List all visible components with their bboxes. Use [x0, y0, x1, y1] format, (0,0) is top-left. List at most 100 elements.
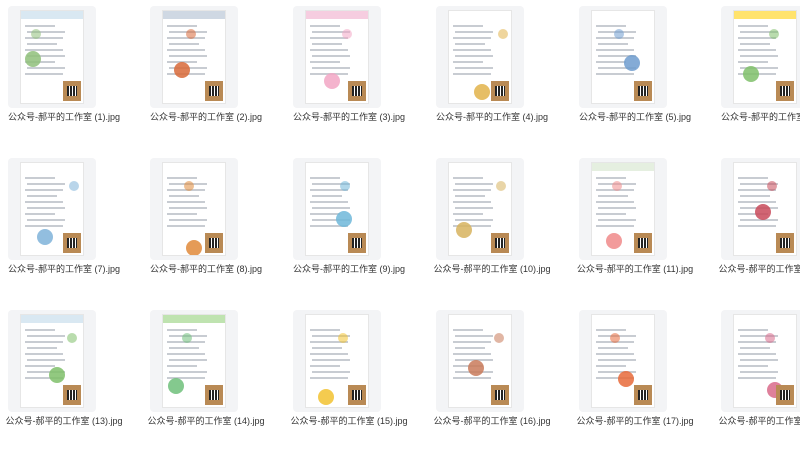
thumbnail-text-line — [453, 61, 483, 63]
thumbnail-text-line — [596, 213, 626, 215]
file-tile[interactable]: 公众号-郝平的工作室 (5).jpg — [569, 2, 701, 148]
thumbnail-text-line — [169, 207, 207, 209]
thumbnail-header-band — [449, 163, 511, 171]
file-tile[interactable]: 公众号-郝平的工作室 (11).jpg — [569, 154, 701, 300]
thumbnail-text-line — [169, 195, 199, 197]
file-tile[interactable]: 公众号-郝平的工作室 (18).jpg — [711, 306, 800, 452]
thumbnail-text-line — [312, 43, 342, 45]
thumbnail-text-line — [167, 49, 205, 51]
qr-code-badge — [63, 385, 81, 405]
qr-code-badge — [776, 233, 794, 253]
thumbnail-illustration — [612, 181, 622, 191]
file-tile[interactable]: 公众号-郝平的工作室 (2).jpg — [140, 2, 272, 148]
thumbnail-text-line — [310, 353, 348, 355]
thumbnail-image — [305, 162, 369, 256]
thumbnail-text-line — [312, 207, 350, 209]
thumbnail-text-line — [310, 49, 348, 51]
file-name-label: 公众号-郝平的工作室 (15).jpg — [290, 416, 408, 426]
thumbnail-text-line — [25, 353, 63, 355]
thumbnail-image — [305, 314, 369, 408]
thumbnail-header-band — [449, 315, 511, 323]
file-name-label: 公众号-郝平的工作室 (16).jpg — [433, 416, 551, 426]
thumbnail-text-line — [169, 371, 207, 373]
thumbnail-header-band — [592, 315, 654, 323]
thumbnail-text-line — [27, 67, 65, 69]
file-name-label: 公众号-郝平的工作室 (17).jpg — [576, 416, 694, 426]
thumbnail-text-line — [312, 67, 350, 69]
thumbnail-illustration — [324, 73, 340, 89]
thumbnail-text-line — [312, 55, 350, 57]
file-name-label: 公众号-郝平的工作室 (18).jpg — [718, 416, 800, 426]
thumbnail-text-line — [738, 201, 776, 203]
thumbnail-text-line — [27, 219, 65, 221]
thumbnail-illustration — [336, 211, 352, 227]
file-name-label: 公众号-郝平的工作室 (5).jpg — [578, 112, 691, 122]
file-tile[interactable]: 公众号-郝平的工作室 (4).jpg — [426, 2, 558, 148]
thumbnail-text-line — [310, 201, 348, 203]
thumbnail-text-line — [27, 207, 65, 209]
thumbnail-text-line — [167, 365, 197, 367]
thumbnail-illustration — [743, 66, 759, 82]
file-tile[interactable]: 公众号-郝平的工作室 (8).jpg — [140, 154, 272, 300]
thumbnail-header-band — [306, 163, 368, 171]
qr-code-badge — [491, 233, 509, 253]
thumbnail-text-line — [596, 353, 634, 355]
thumbnail-text-line — [453, 201, 491, 203]
file-tile[interactable]: 公众号-郝平的工作室 (10).jpg — [426, 154, 558, 300]
thumbnail-image — [162, 10, 226, 104]
thumbnail-text-line — [738, 25, 768, 27]
qr-code-badge — [776, 385, 794, 405]
file-name-label: 公众号-郝平的工作室 (1).jpg — [7, 112, 120, 122]
file-name-label: 公众号-郝平的工作室 (14).jpg — [147, 416, 265, 426]
thumbnail-text-line — [167, 201, 205, 203]
thumbnail-text-line — [596, 61, 626, 63]
file-tile[interactable]: 公众号-郝平的工作室 (13).jpg — [0, 306, 130, 452]
thumbnail-header-band — [21, 11, 83, 19]
thumbnail-image — [591, 162, 655, 256]
qr-code-badge — [205, 81, 223, 101]
file-name-label: 公众号-郝平的工作室 (13).jpg — [5, 416, 123, 426]
file-tile[interactable]: 公众号-郝平的工作室 (14).jpg — [140, 306, 272, 452]
file-tile[interactable]: 公众号-郝平的工作室 (6).jpg — [711, 2, 800, 148]
thumbnail-illustration — [769, 29, 779, 39]
thumbnail-text-line — [598, 195, 628, 197]
thumbnail-text-line — [27, 347, 57, 349]
thumbnail-illustration — [182, 333, 192, 343]
thumbnail-text-line — [740, 347, 770, 349]
thumbnail-text-line — [598, 207, 636, 209]
file-tile[interactable]: 公众号-郝平的工作室 (15).jpg — [283, 306, 415, 452]
thumbnail-text-line — [25, 177, 55, 179]
thumbnail-text-line — [167, 329, 197, 331]
thumbnail-text-line — [738, 377, 776, 379]
file-tile[interactable]: 公众号-郝平的工作室 (1).jpg — [0, 2, 130, 148]
file-tile[interactable]: 公众号-郝平的工作室 (7).jpg — [0, 154, 130, 300]
thumbnail-illustration — [494, 333, 504, 343]
file-name-label: 公众号-郝平的工作室 (7).jpg — [7, 264, 120, 274]
file-tile[interactable]: 公众号-郝平的工作室 (16).jpg — [426, 306, 558, 452]
qr-code-badge — [634, 81, 652, 101]
file-tile[interactable]: 公众号-郝平的工作室 (17).jpg — [569, 306, 701, 452]
thumbnail-header-band — [734, 11, 796, 19]
thumbnail-text-line — [453, 49, 491, 51]
file-tile[interactable]: 公众号-郝平的工作室 (9).jpg — [283, 154, 415, 300]
qr-code-badge — [634, 385, 652, 405]
file-tile[interactable]: 公众号-郝平的工作室 (3).jpg — [283, 2, 415, 148]
thumbnail-illustration — [606, 233, 622, 249]
thumbnail-header-band — [734, 315, 796, 323]
thumbnail-text-line — [312, 347, 342, 349]
thumbnail-text-line — [740, 43, 770, 45]
thumbnail-text-line — [596, 177, 626, 179]
thumbnail-text-line — [596, 73, 634, 75]
thumbnail-text-line — [27, 359, 65, 361]
thumbnail-illustration — [755, 204, 771, 220]
thumbnail-illustration — [184, 181, 194, 191]
thumbnail-text-line — [453, 353, 491, 355]
file-tile[interactable]: 公众号-郝平的工作室 (12).jpg — [711, 154, 800, 300]
thumbnail-image — [733, 314, 797, 408]
thumbnail-text-line — [455, 195, 485, 197]
thumbnail-text-line — [310, 177, 340, 179]
thumbnail-header-band — [163, 11, 225, 19]
thumbnail-text-line — [455, 31, 493, 33]
file-name-label: 公众号-郝平的工作室 (11).jpg — [576, 264, 694, 274]
thumbnail-illustration — [340, 181, 350, 191]
